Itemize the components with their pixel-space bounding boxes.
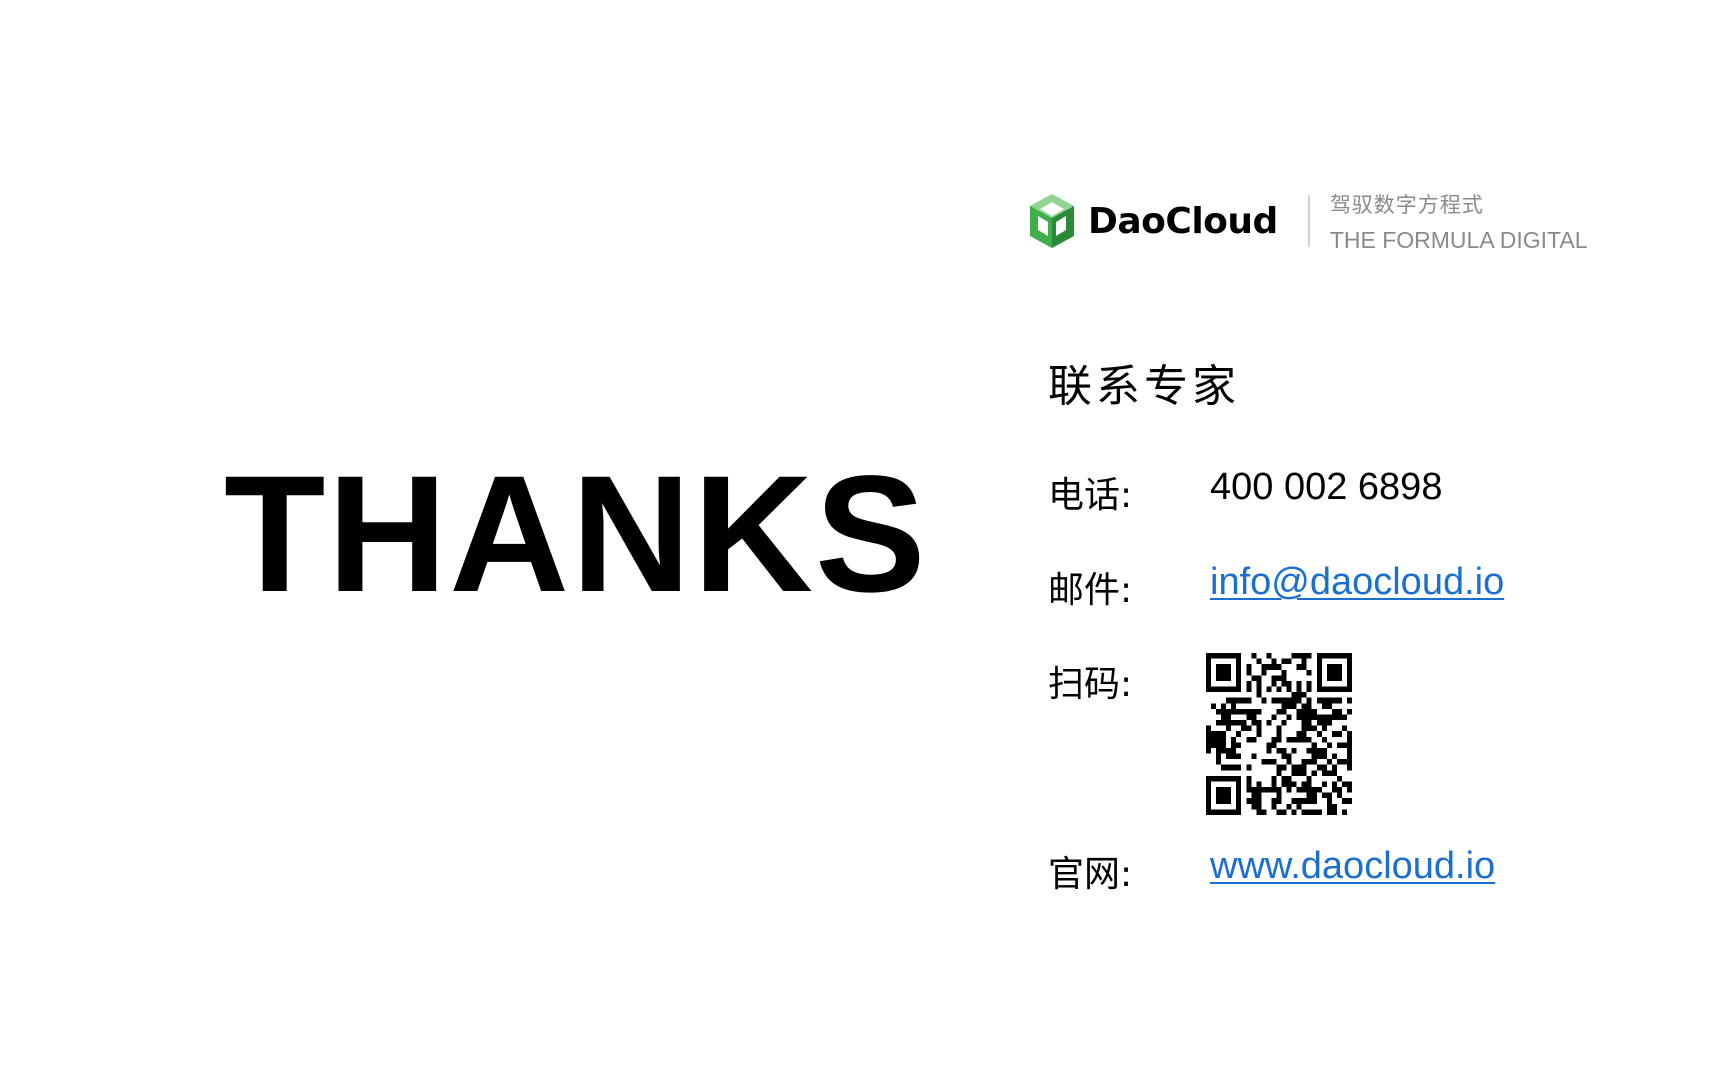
daocloud-logo: DaoCloud 驾驭数字方程式 THE FORMULA DIGITAL [1026, 186, 1588, 256]
scan-label: 扫码: [1048, 664, 1133, 705]
daocloud-cube-icon [1030, 194, 1074, 248]
thanks-headline: THANKS [224, 442, 928, 627]
phone-label: 电话: [1048, 475, 1133, 516]
logo-name: DaoCloud [1088, 200, 1278, 242]
logo-tagline-en: THE FORMULA DIGITAL [1329, 226, 1588, 253]
website-row: www.daocloud.io [1210, 845, 1495, 888]
website-link[interactable]: www.daocloud.io [1210, 845, 1495, 887]
logo-divider [1307, 195, 1310, 247]
email-label: 邮件: [1048, 570, 1133, 611]
email-row: info@daocloud.io [1210, 561, 1504, 604]
website-label: 官网: [1048, 854, 1133, 895]
email-link[interactable]: info@daocloud.io [1210, 561, 1504, 603]
logo-tagline: 驾驭数字方程式 THE FORMULA DIGITAL [1330, 189, 1588, 254]
logo-tagline-cn: 驾驭数字方程式 [1329, 192, 1484, 217]
qr-code[interactable] [1206, 653, 1352, 815]
phone-value: 400 002 6898 [1210, 466, 1443, 508]
contact-title: 联系专家 [1048, 361, 1240, 412]
